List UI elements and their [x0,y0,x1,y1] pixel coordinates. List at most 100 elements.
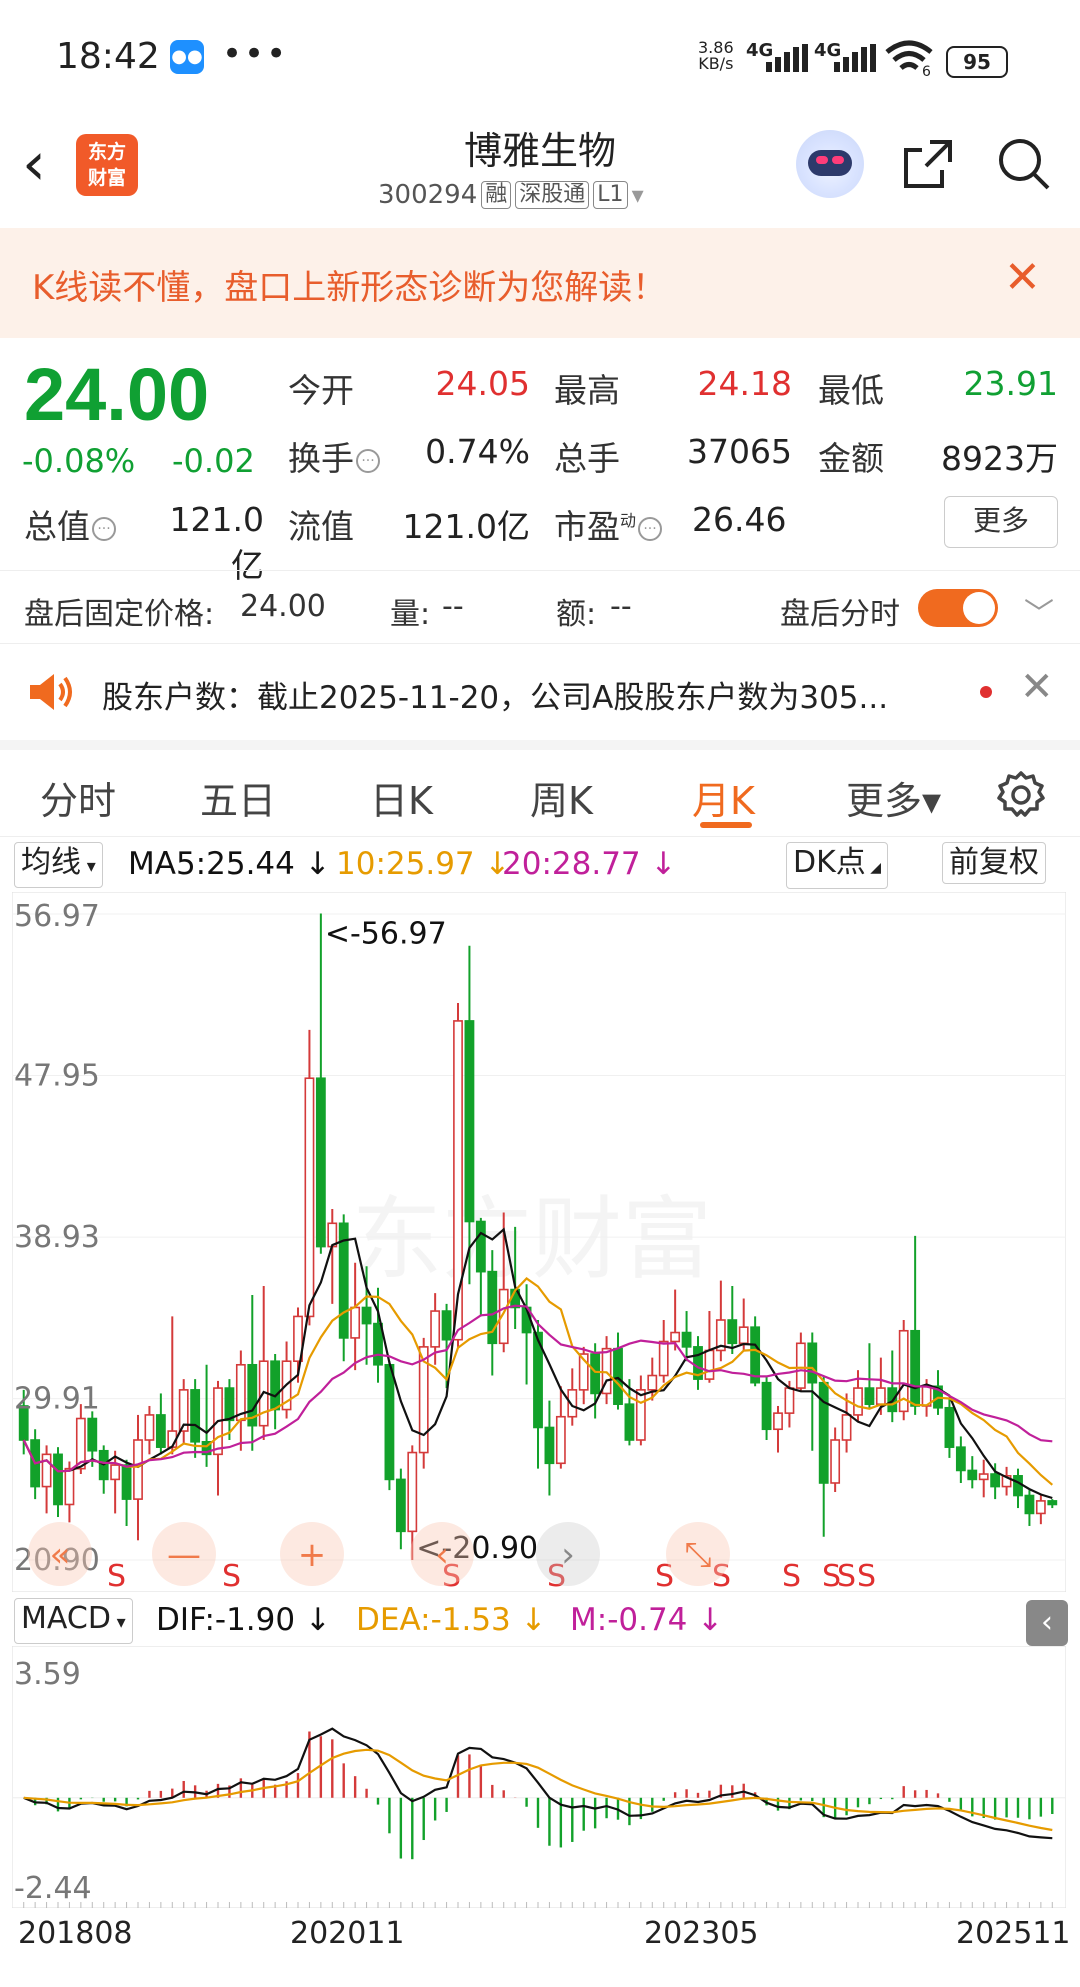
candle-body [544,1426,555,1465]
candle-body [121,1464,132,1500]
y-axis-label: 56.97 [14,899,100,934]
x-axis-dates: 201808 202011 202305 202511 [0,1916,1080,1966]
search-icon[interactable] [996,136,1052,192]
fullscreen-icon[interactable]: ⤡ [666,1522,730,1586]
close-icon[interactable]: ✕ [1020,664,1054,710]
scroll-right-icon[interactable]: › [536,1522,600,1586]
candle-body [53,1453,63,1506]
tab-five-day[interactable]: 五日 [200,770,276,825]
sell-signal: S [837,1559,856,1592]
after-hours-row: 盘后固定价格: 24.00 量: -- 额: -- 盘后分时 ﹀ [0,570,1080,644]
info-icon: ··· [356,448,380,473]
signal-bars-icon [766,44,808,72]
candle-body [384,1363,395,1481]
candle-body [841,1414,852,1441]
tab-intraday[interactable]: 分时 [40,770,116,825]
news-text[interactable]: 股东户数：截止2025-11-20，公司A股股东户数为305... [102,672,888,717]
indicator-selector[interactable]: 均线 ▾ [14,842,103,888]
ai-assistant-icon[interactable] [796,130,864,198]
candle-body [990,1473,1001,1488]
scroll-left-icon[interactable]: ‹ [410,1522,474,1586]
scroll-left-fast-icon[interactable]: « [28,1522,92,1586]
date-label: 202511 [956,1916,1071,1951]
signal-bars-icon [834,44,876,72]
tag-connect: 深股通 [515,181,590,209]
candle-body [955,1446,966,1472]
date-label: 202011 [290,1916,405,1951]
gear-icon[interactable] [996,770,1046,820]
open-label: 今开 [288,371,354,410]
after-hours-toggle[interactable] [918,589,998,627]
max-price-annotation: <-56.97 [325,916,447,951]
dk-point-button[interactable]: DK点 ◢ [786,842,888,889]
unread-dot [980,686,992,698]
market-cap-label[interactable]: 总值 ··· [24,500,116,548]
high-value: 24.18 [697,364,792,403]
turnover-value: 0.74% [425,432,530,471]
candle-body [624,1403,635,1441]
after-hours-volume-label: 量: [390,597,431,632]
candle-body [784,1387,795,1414]
m-value: M:-0.74 ↓ [570,1602,724,1638]
close-icon[interactable]: ✕ [1004,252,1041,303]
candle-body [853,1387,863,1416]
candle-body [441,1310,452,1341]
sub-indicator-selector[interactable]: MACD ▾ [14,1598,133,1644]
share-icon[interactable] [900,136,956,192]
tab-monthly-k[interactable]: 月K [692,770,755,825]
volume-value: 37065 [687,432,792,471]
candle-body [133,1439,143,1500]
float-cap-label: 流值 [288,507,354,546]
network-speed: 3.86 KB/s [698,38,734,73]
low-label: 最低 [818,371,884,410]
app-logo[interactable]: 东方 财富 [76,134,138,196]
chevron-down-icon[interactable]: ▾ [632,181,644,209]
adjust-selector[interactable]: 前复权 [942,842,1046,884]
active-tab-indicator [700,822,752,828]
zoom-out-icon[interactable]: — [152,1522,216,1586]
back-icon[interactable]: ‹ [22,134,46,194]
y-axis-label: 38.93 [14,1220,100,1255]
candle-body [864,1387,875,1405]
candle-body [555,1415,566,1465]
sell-signal: S [857,1559,876,1592]
tab-weekly-k[interactable]: 周K [530,770,593,825]
macd-chart[interactable]: 3.59 -2.44 [12,1646,1066,1908]
candle-body [590,1353,601,1395]
battery-icon: 95 [946,46,1008,78]
pe-label[interactable]: 市盈动 ··· [554,500,663,548]
tab-more[interactable]: 更多▾ [846,770,941,825]
turnover-label[interactable]: 换手 ··· [288,432,380,480]
candle-body [373,1322,383,1366]
banner-text[interactable]: K线读不懂，盘口上新形态诊断为您解读！ [32,260,666,309]
dif-value: DIF:-1.90 ↓ [156,1602,331,1638]
stock-code-row[interactable]: 300294 融 深股通 L1 ▾ [378,180,644,210]
candle-body [475,1220,486,1273]
float-cap-value: 121.0亿 [402,507,530,546]
y-axis-label: 3.59 [14,1657,81,1692]
info-icon: ··· [638,516,663,541]
ma10-value: 10:25.97 ↓ [336,846,511,882]
candle-body [430,1310,441,1348]
news-ticker[interactable]: 股东户数：截止2025-11-20，公司A股股东户数为305... ✕ [0,642,1080,750]
more-quote-button[interactable]: 更多 [944,496,1058,548]
candle-body [361,1306,372,1325]
high-label: 最高 [554,371,620,410]
candle-body [144,1414,155,1441]
promo-banner[interactable]: K线读不懂，盘口上新形态诊断为您解读！ ✕ [0,228,1080,338]
candle-body [761,1381,772,1431]
macd-legend-row: MACD ▾ DIF:-1.90 ↓ DEA:-1.53 ↓ M:-0.74 ↓… [0,1596,1080,1646]
volume-label: 总手 [554,439,620,478]
open-value: 24.05 [435,364,530,403]
app-notification-icon: ●● [170,40,204,74]
amount-label: 金额 [818,439,884,478]
pe-value: 26.46 [692,500,787,539]
candle-body [795,1342,806,1389]
chevron-down-icon[interactable]: ﹀ [1024,589,1054,633]
tab-daily-k[interactable]: 日K [370,770,433,825]
candlestick-chart[interactable]: 东方财富 56.9747.9538.9329.9120.90<-56.97<-2… [12,892,1066,1592]
date-label: 201808 [18,1916,133,1951]
zoom-in-icon[interactable]: + [280,1522,344,1586]
collapse-panel-icon[interactable]: ‹ [1026,1600,1068,1646]
after-hours-amount-label: 额: [556,597,597,632]
